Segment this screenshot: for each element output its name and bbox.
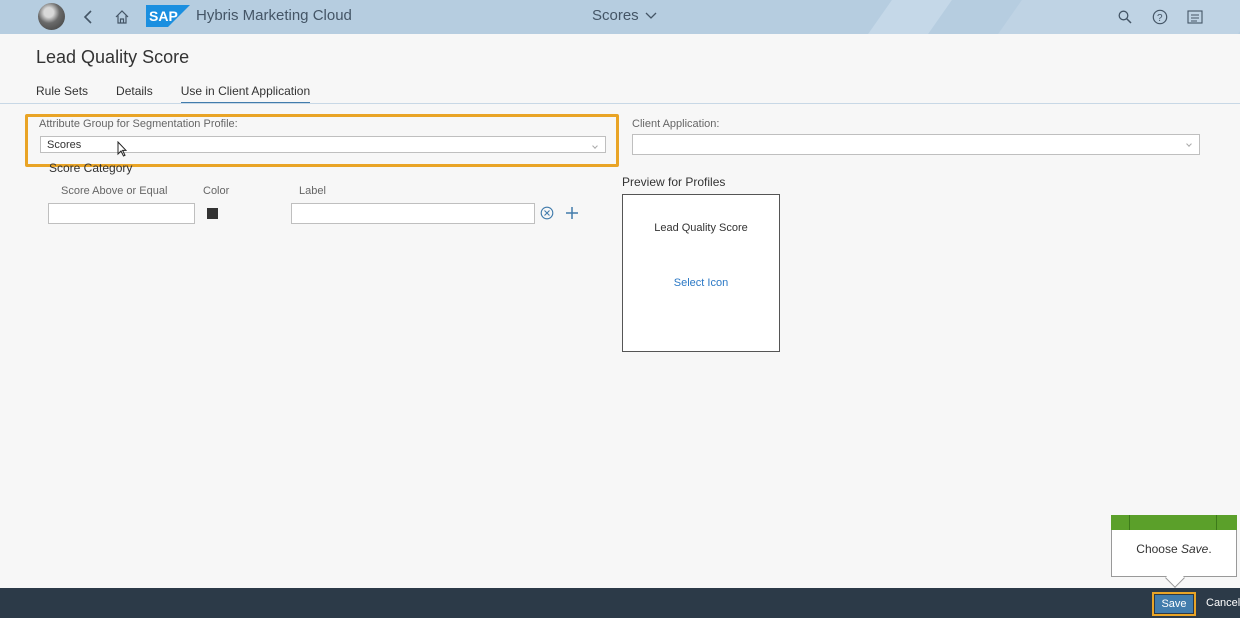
header-divider — [0, 103, 1240, 104]
chevron-down-icon — [645, 7, 657, 24]
preview-card: Lead Quality Score Select Icon — [622, 194, 780, 352]
object-header: Lead Quality Score Rule Sets Details Use… — [0, 34, 1240, 104]
score-input[interactable] — [48, 203, 195, 224]
callout-bar-segment — [1129, 515, 1130, 530]
callout-text-emphasis: Save — [1181, 542, 1209, 556]
menu-icon[interactable] — [1184, 6, 1206, 28]
color-picker-swatch[interactable] — [207, 208, 218, 219]
client-application-select[interactable] — [632, 134, 1200, 155]
tab-bar: Rule Sets Details Use in Client Applicat… — [36, 84, 311, 104]
add-row-icon[interactable] — [565, 206, 579, 220]
app-navigation-menu[interactable]: Scores — [592, 7, 657, 24]
shell-decoration — [868, 0, 952, 34]
back-icon[interactable] — [78, 6, 100, 28]
avatar[interactable] — [38, 3, 65, 30]
tutorial-callout: Choose Save. — [1111, 515, 1237, 588]
attribute-group-value: Scores — [47, 139, 82, 151]
dropdown-caret-icon — [1186, 141, 1192, 147]
column-header-color: Color — [203, 185, 230, 197]
attribute-group-label: Attribute Group for Segmentation Profile… — [39, 118, 238, 130]
client-application-label: Client Application: — [632, 118, 720, 130]
save-button[interactable]: Save — [1155, 595, 1193, 613]
callout-progress-bar — [1111, 515, 1237, 530]
score-category-title: Score Category — [49, 161, 133, 175]
select-icon-link[interactable]: Select Icon — [623, 277, 779, 289]
callout-text-prefix: Choose — [1136, 542, 1181, 556]
sap-logo: SAP — [146, 5, 190, 27]
save-highlight: Save — [1152, 592, 1196, 616]
mouse-cursor-icon — [117, 140, 128, 162]
label-input[interactable] — [291, 203, 535, 224]
tab-details[interactable]: Details — [116, 84, 153, 102]
dropdown-caret-icon — [592, 143, 598, 149]
tab-rule-sets[interactable]: Rule Sets — [36, 84, 88, 102]
preview-title: Preview for Profiles — [622, 175, 726, 189]
cancel-button[interactable]: Cancel — [1206, 597, 1240, 609]
help-icon[interactable]: ? — [1149, 6, 1171, 28]
svg-text:?: ? — [1157, 13, 1163, 24]
tab-use-in-client-application[interactable]: Use in Client Application — [180, 84, 311, 104]
column-header-score: Score Above or Equal — [61, 185, 168, 197]
callout-tail — [1165, 568, 1185, 588]
column-header-label: Label — [299, 185, 326, 197]
callout-text-suffix: . — [1208, 542, 1212, 556]
search-icon[interactable] — [1114, 6, 1136, 28]
page-title: Lead Quality Score — [36, 47, 190, 67]
center-title-label: Scores — [592, 7, 639, 24]
footer-toolbar — [0, 588, 1240, 618]
callout-bar-segment — [1216, 515, 1217, 530]
svg-text:SAP: SAP — [149, 8, 178, 24]
preview-card-title: Lead Quality Score — [654, 222, 748, 234]
callout-text: Choose Save. — [1112, 542, 1236, 556]
home-icon[interactable] — [111, 6, 133, 28]
app-title: Hybris Marketing Cloud — [196, 7, 352, 24]
shell-bar: SAP Hybris Marketing Cloud Scores ? — [0, 0, 1240, 34]
remove-row-icon[interactable] — [540, 206, 554, 220]
